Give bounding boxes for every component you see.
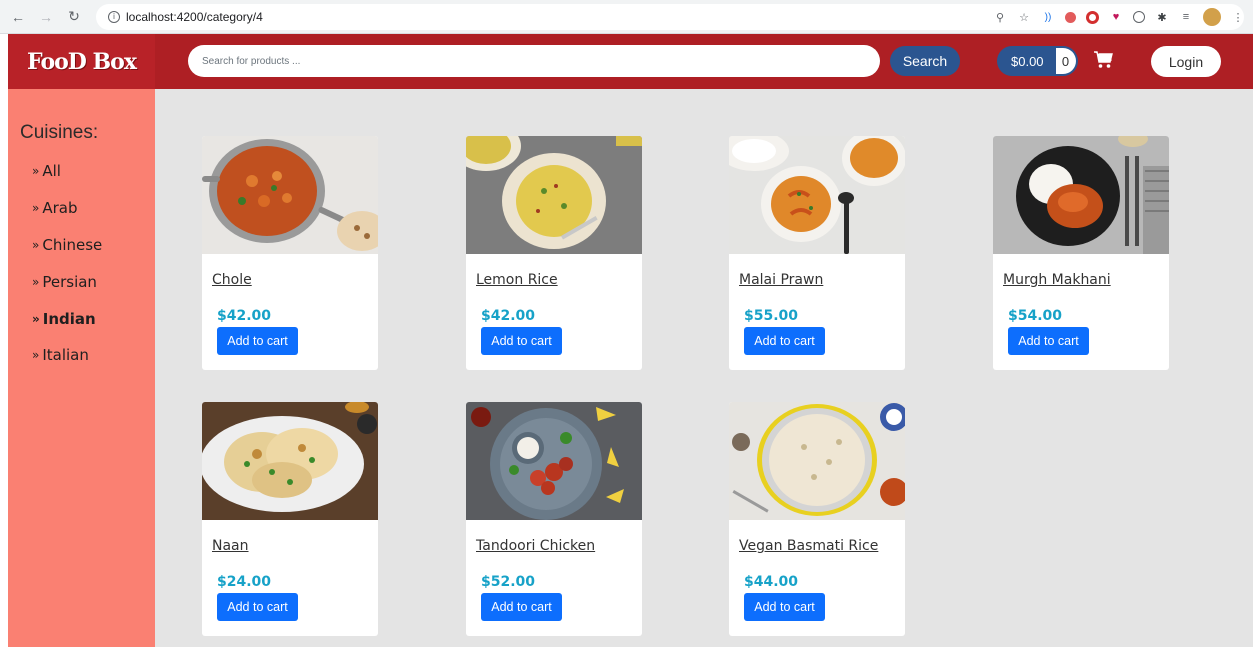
sidebar-item-all[interactable]: » All xyxy=(32,153,102,190)
product-image-naan[interactable] xyxy=(202,402,378,520)
add-to-cart-button[interactable]: Add to cart xyxy=(481,593,562,621)
raquo-icon: » xyxy=(32,201,40,216)
product-image-murgh-makhani[interactable] xyxy=(993,136,1169,254)
product-image-vegan-basmati-rice[interactable] xyxy=(729,402,905,520)
extension-heart-icon[interactable]: ♥ xyxy=(1109,10,1123,24)
forward-arrow-icon[interactable]: → xyxy=(36,7,56,27)
info-icon[interactable]: i xyxy=(108,11,120,23)
product-image-malai-prawn[interactable] xyxy=(729,136,905,254)
sidebar-item-arab[interactable]: » Arab xyxy=(32,190,102,227)
raquo-icon: » xyxy=(32,311,40,326)
product-card: Tandoori Chicken $52.00 Add to cart xyxy=(466,402,642,636)
zoom-icon[interactable]: ⚲ xyxy=(993,10,1007,24)
add-to-cart-button[interactable]: Add to cart xyxy=(217,593,298,621)
product-price: $44.00 xyxy=(744,574,799,590)
add-to-cart-button[interactable]: Add to cart xyxy=(481,327,562,355)
product-price: $42.00 xyxy=(217,308,272,324)
login-button[interactable]: Login xyxy=(1151,46,1221,77)
product-price: $42.00 xyxy=(481,308,536,324)
product-price: $54.00 xyxy=(1008,308,1063,324)
search-input[interactable] xyxy=(188,45,880,77)
sidebar-item-label: Arab xyxy=(42,199,78,218)
app-header: FooD Box Search $0.00 0 Login xyxy=(8,34,1253,89)
profile-avatar-icon[interactable] xyxy=(1203,8,1221,26)
sidebar-title: Cuisines: xyxy=(20,122,99,143)
cart-count: 0 xyxy=(1055,46,1078,76)
add-to-cart-button[interactable]: Add to cart xyxy=(1008,327,1089,355)
extensions-row: ⚲ ☆ )) ♥ ✱ ≡ ⋮ xyxy=(993,8,1245,26)
product-price: $52.00 xyxy=(481,574,536,590)
extension-wave-icon[interactable]: )) xyxy=(1041,10,1055,24)
star-icon[interactable]: ☆ xyxy=(1017,10,1031,24)
cart-summary[interactable]: $0.00 0 xyxy=(997,46,1078,76)
sidebar-item-label: Persian xyxy=(42,272,97,291)
product-image-tandoori-chicken[interactable] xyxy=(466,402,642,520)
sidebar-item-chinese[interactable]: » Chinese xyxy=(32,227,102,264)
shopping-cart-icon[interactable] xyxy=(1094,51,1114,69)
raquo-icon: » xyxy=(32,348,40,363)
reading-list-icon[interactable]: ≡ xyxy=(1179,10,1193,24)
product-title-link[interactable]: Vegan Basmati Rice xyxy=(739,538,878,554)
product-card: Vegan Basmati Rice $44.00 Add to cart xyxy=(729,402,905,636)
product-image-lemon-rice[interactable] xyxy=(466,136,642,254)
sidebar-item-italian[interactable]: » Italian xyxy=(32,337,102,374)
sidebar-item-label: Italian xyxy=(42,346,89,365)
add-to-cart-button[interactable]: Add to cart xyxy=(744,593,825,621)
sidebar-item-label: Indian xyxy=(42,309,96,328)
sidebar-item-persian[interactable]: » Persian xyxy=(32,263,102,300)
add-to-cart-button[interactable]: Add to cart xyxy=(217,327,298,355)
extension-shield-icon[interactable] xyxy=(1065,11,1076,23)
menu-dots-icon[interactable]: ⋮ xyxy=(1231,10,1245,24)
product-price: $24.00 xyxy=(217,574,272,590)
address-bar-url: localhost:4200/category/4 xyxy=(126,10,263,24)
product-title-link[interactable]: Chole xyxy=(212,272,252,288)
product-title-link[interactable]: Malai Prawn xyxy=(739,272,823,288)
puzzle-icon[interactable]: ✱ xyxy=(1155,10,1169,24)
cuisine-list: » All » Arab » Chinese » Persian » Indian » It… xyxy=(32,153,102,374)
logo-container[interactable]: FooD Box xyxy=(8,34,155,89)
product-card: Chole $42.00 Add to cart xyxy=(202,136,378,370)
back-arrow-icon[interactable]: ← xyxy=(8,7,28,27)
sidebar: Cuisines: » All » Arab » Chinese » Persian »… xyxy=(8,89,155,647)
product-title-link[interactable]: Lemon Rice xyxy=(476,272,558,288)
product-price: $55.00 xyxy=(744,308,799,324)
extension-globe-icon[interactable] xyxy=(1133,11,1145,23)
sidebar-item-label: All xyxy=(42,162,61,181)
add-to-cart-button[interactable]: Add to cart xyxy=(744,327,825,355)
logo[interactable]: FooD Box xyxy=(27,49,137,75)
sidebar-item-label: Chinese xyxy=(42,235,103,254)
product-title-link[interactable]: Naan xyxy=(212,538,249,554)
raquo-icon: » xyxy=(32,164,40,179)
raquo-icon: » xyxy=(32,237,40,252)
product-card: Naan $24.00 Add to cart xyxy=(202,402,378,636)
product-card: Murgh Makhani $54.00 Add to cart xyxy=(993,136,1169,370)
raquo-icon: » xyxy=(32,274,40,289)
opera-icon[interactable] xyxy=(1086,10,1099,24)
cart-amount: $0.00 xyxy=(997,46,1056,76)
browser-toolbar: ← → ↻ i localhost:4200/category/4 ⚲ ☆ ))… xyxy=(0,0,1253,34)
product-title-link[interactable]: Murgh Makhani xyxy=(1003,272,1111,288)
product-image-chole[interactable] xyxy=(202,136,378,254)
product-card: Malai Prawn $55.00 Add to cart xyxy=(729,136,905,370)
product-title-link[interactable]: Tandoori Chicken xyxy=(476,538,595,554)
product-card: Lemon Rice $42.00 Add to cart xyxy=(466,136,642,370)
reload-icon[interactable]: ↻ xyxy=(64,7,84,27)
sidebar-item-indian[interactable]: » Indian xyxy=(32,300,102,337)
product-grid: Chole $42.00 Add to cart Lemon Rice $42.… xyxy=(155,89,1253,647)
search-button[interactable]: Search xyxy=(890,46,960,76)
